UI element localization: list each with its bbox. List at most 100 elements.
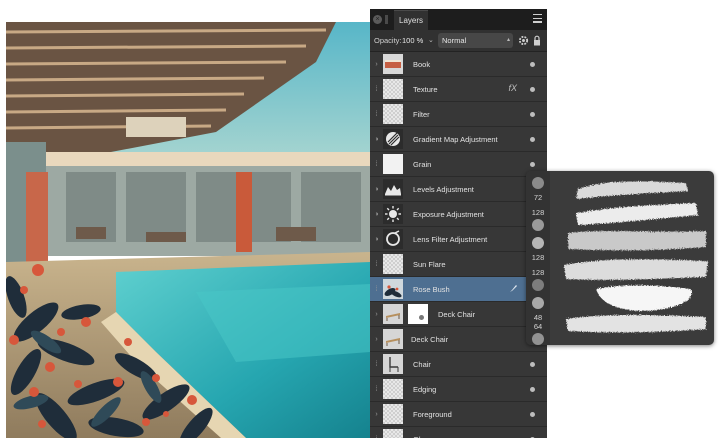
layer-name: Sun Flare [413, 260, 446, 269]
layer-thumbnail [383, 429, 403, 438]
gear-icon[interactable] [518, 35, 529, 46]
brush-stroke-2[interactable] [576, 203, 698, 225]
layer-row[interactable]: ◑ Gradient Map Adjustment [370, 127, 547, 152]
brush-size-label: 128 [531, 268, 545, 277]
layer-row[interactable]: ⁞Glows [370, 427, 547, 438]
brush-size-label: 128 [531, 253, 545, 262]
layer-row[interactable]: › Deck Chair [370, 302, 547, 327]
blend-mode-value: Normal [442, 36, 467, 45]
expand-chevron-icon[interactable]: › [373, 310, 380, 319]
layer-name: Rose Bush [413, 285, 450, 294]
pixel-layer-icon: ⁞ [375, 261, 378, 268]
layer-name: Deck Chair [411, 335, 449, 344]
layer-row[interactable]: › Foreground [370, 402, 547, 427]
adjustment-icon: ◑ [374, 211, 379, 218]
layer-name: Filter [413, 110, 430, 119]
layer-row[interactable]: ⁞ Edging [370, 377, 547, 402]
brush-stroke-6[interactable] [566, 315, 706, 333]
blend-mode-select[interactable]: Normal ▴▾ [438, 33, 513, 58]
visibility-dot-icon[interactable] [530, 137, 535, 142]
brush-item[interactable]: 64 [526, 321, 550, 345]
layer-name: Lens Filter Adjustment [413, 235, 488, 244]
layer-toolbar: Opacity: 100 % ⌄ Normal ▴▾ [370, 30, 547, 58]
layer-row[interactable]: ⁞ Rose Bush [370, 277, 547, 302]
brush-tip-icon [532, 279, 544, 291]
layer-row[interactable]: ⁞ Chair [370, 352, 547, 377]
layer-thumbnail [383, 79, 403, 99]
layer-row[interactable]: ◑ Exposure Adjustment [370, 202, 547, 227]
document-canvas[interactable] [6, 22, 370, 438]
layer-thumbnail [383, 229, 403, 249]
brush-size-label: 128 [531, 208, 545, 217]
layer-list: › Book ⁞ Texture fX ⁞ Filter ◑ Gradient Map Adju… [370, 52, 547, 438]
layer-thumbnail [383, 204, 403, 224]
visibility-dot-icon[interactable] [530, 362, 535, 367]
expand-chevron-icon[interactable]: › [373, 60, 380, 69]
brush-item[interactable]: 72 [526, 175, 550, 207]
pixel-layer-icon: ⁞ [375, 111, 378, 118]
adjustment-icon: ◑ [374, 136, 379, 143]
visibility-dot-icon[interactable] [530, 162, 535, 167]
brush-size-label: 72 [533, 193, 543, 202]
layer-name: Grain [413, 160, 432, 169]
visibility-dot-icon[interactable] [530, 412, 535, 417]
layer-thumbnail [383, 354, 403, 374]
layer-row[interactable]: › Book [370, 52, 547, 77]
layer-name: Texture [413, 85, 438, 94]
brush-stroke-3[interactable] [568, 231, 706, 251]
brush-size-label: 64 [533, 322, 543, 331]
brush-stroke-4[interactable] [564, 259, 708, 280]
expand-chevron-icon[interactable]: › [373, 335, 380, 344]
layer-thumbnail [383, 329, 403, 349]
tab-layers[interactable]: Layers [394, 10, 429, 30]
poolside-illustration [6, 22, 370, 438]
panel-menu-icon[interactable] [533, 14, 542, 23]
layer-row[interactable]: ◑ Lens Filter Adjustment [370, 227, 547, 252]
lock-icon[interactable] [533, 35, 541, 46]
layer-row[interactable]: ⁞ Sun Flare [370, 252, 547, 277]
visibility-dot-icon[interactable] [530, 62, 535, 67]
layer-thumbnail [383, 304, 403, 324]
layer-thumbnail [383, 379, 403, 399]
layer-row[interactable]: ⁞ Texture fX [370, 77, 547, 102]
pixel-layer-icon: ⁞ [375, 161, 378, 168]
layer-thumbnail [383, 254, 403, 274]
panel-grip-icon[interactable] [385, 15, 388, 24]
layer-name: Edging [413, 385, 437, 394]
brush-stroke-1[interactable] [576, 181, 688, 199]
fx-icon[interactable]: fX [508, 83, 517, 93]
layer-row[interactable]: ⁞ Grain [370, 152, 547, 177]
adjustment-icon: ◑ [374, 186, 379, 193]
layer-row[interactable]: ◑ Levels Adjustment [370, 177, 547, 202]
brush-stroke-5[interactable] [596, 285, 692, 311]
visibility-dot-icon[interactable] [530, 112, 535, 117]
layers-panel: × Layers Opacity: 100 % ⌄ Normal ▴▾ › Boo… [370, 9, 547, 438]
pixel-layer-icon: ⁞ [375, 361, 378, 368]
close-icon[interactable]: × [373, 15, 382, 24]
brush-picker-popup: 72 128 128 128 48 64 [526, 171, 714, 345]
layer-row[interactable]: ⁞ Filter [370, 102, 547, 127]
brush-icon[interactable] [509, 284, 518, 293]
opacity-label: Opacity: [374, 36, 402, 45]
panel-header: × Layers [370, 9, 547, 30]
brush-stroke-previews[interactable] [556, 171, 714, 345]
layer-name: Gradient Map Adjustment [413, 135, 498, 144]
layer-thumbnail [383, 104, 403, 124]
visibility-dot-icon[interactable] [530, 87, 535, 92]
opacity-dropdown-icon[interactable]: ⌄ [428, 34, 436, 47]
brush-tip-icon [532, 177, 544, 189]
brush-item[interactable]: 128 [526, 235, 550, 267]
opacity-field[interactable]: 100 % [402, 34, 426, 47]
layer-name: Foreground [413, 410, 452, 419]
expand-chevron-icon[interactable]: › [373, 410, 380, 419]
visibility-dot-icon[interactable] [530, 387, 535, 392]
adjustment-icon: ◑ [374, 236, 379, 243]
layer-thumbnail [383, 154, 403, 174]
mask-thumbnail[interactable] [408, 304, 428, 324]
pixel-layer-icon: ⁞ [375, 86, 378, 93]
layer-name: Levels Adjustment [413, 185, 474, 194]
layer-name: Chair [413, 360, 431, 369]
layer-thumbnail [383, 129, 403, 149]
brush-size-column: 72 128 128 128 48 64 [526, 171, 550, 345]
layer-row[interactable]: › Deck Chair [370, 327, 547, 352]
